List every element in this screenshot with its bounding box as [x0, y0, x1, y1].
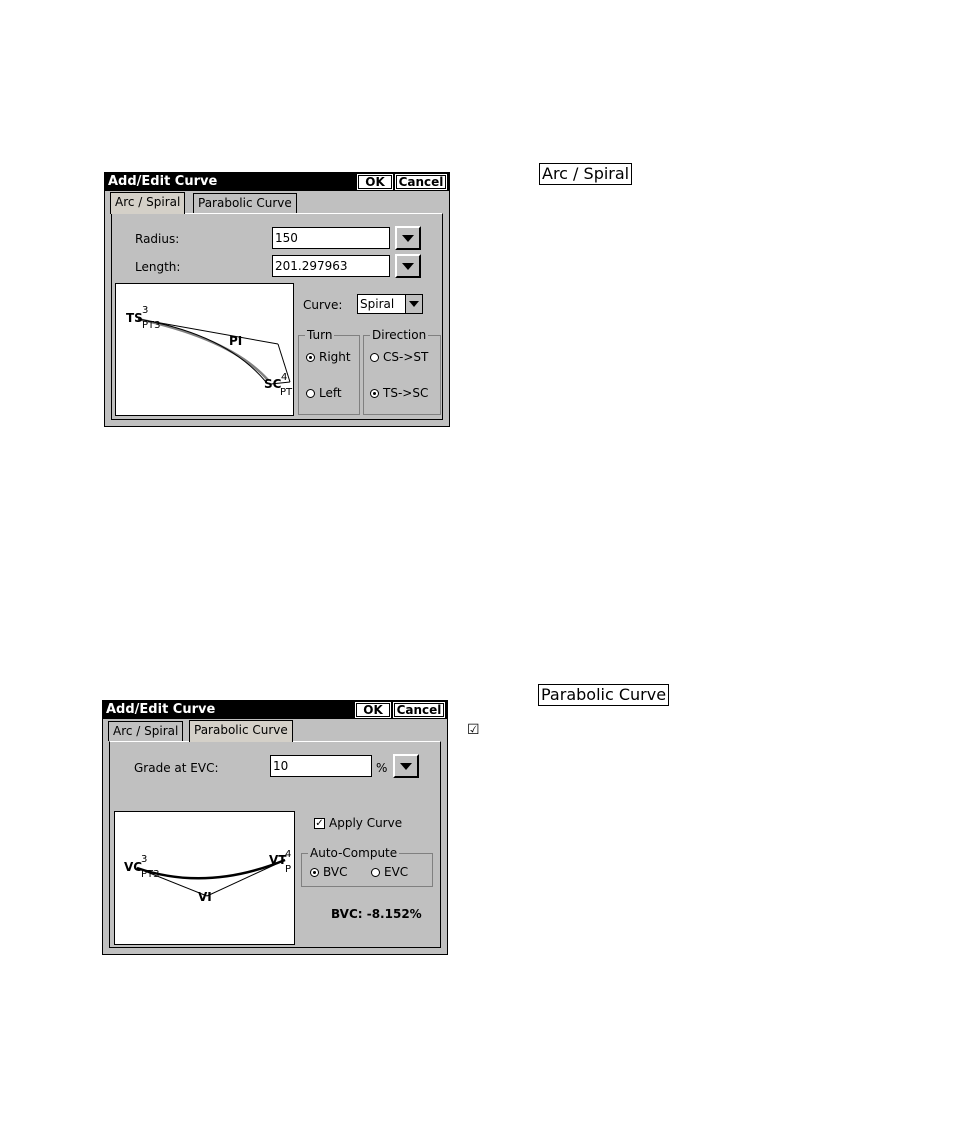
ts-pt-label: PT3 — [142, 320, 161, 331]
ts-number-label: 3 — [142, 305, 149, 316]
curve-type-label: Curve: — [303, 298, 343, 312]
sc-label: SC — [264, 377, 282, 391]
ts-label: TS — [126, 311, 143, 325]
radius-input[interactable] — [272, 227, 390, 249]
pi-label: PI — [229, 334, 243, 348]
apply-curve-label: Apply Curve — [329, 816, 403, 830]
turn-right-radio[interactable]: Right — [306, 350, 351, 364]
turn-left-label: Left — [319, 386, 342, 400]
vt-p-label: P — [285, 864, 292, 875]
vc-pt-label: PT3 — [141, 869, 160, 880]
ok-button[interactable]: OK — [355, 702, 391, 718]
radio-selected-icon — [310, 867, 319, 877]
direction-ts-sc-label: TS->SC — [383, 386, 429, 400]
radio-selected-icon — [306, 352, 315, 362]
direction-group-title: Direction — [370, 328, 429, 342]
radio-selected-icon — [370, 388, 379, 398]
grade-at-evc-label: Grade at EVC: — [134, 761, 219, 775]
length-input[interactable] — [272, 255, 390, 277]
auto-compute-bvc-label: BVC — [323, 865, 348, 879]
parabolic-curve-caption: Parabolic Curve — [538, 684, 670, 706]
vt-number-label: 4 — [285, 849, 292, 860]
add-edit-curve-dialog-arc: Add/Edit Curve OK Cancel Arc / Spiral Pa… — [104, 172, 450, 427]
bvc-result-value: BVC: -8.152% — [331, 907, 422, 921]
turn-right-label: Right — [319, 350, 351, 364]
grade-unit-label: % — [376, 761, 388, 775]
vc-number-label: 3 — [141, 854, 148, 865]
turn-group-title: Turn — [305, 328, 335, 342]
vt-label: VT — [269, 853, 287, 867]
sc-number-label: 4 — [281, 372, 288, 383]
chevron-down-icon — [402, 235, 414, 242]
grade-dropdown-button[interactable] — [393, 754, 419, 778]
curve-type-value: Spiral — [360, 297, 395, 311]
curve-type-dropdown-button[interactable] — [405, 295, 422, 313]
radio-unselected-icon — [306, 388, 315, 398]
direction-ts-sc-radio[interactable]: TS->SC — [370, 386, 428, 400]
tab-parabolic-curve[interactable]: Parabolic Curve — [189, 720, 293, 742]
sc-pt-label: PT — [280, 387, 293, 398]
ok-button[interactable]: OK — [357, 174, 393, 190]
auto-compute-group-title: Auto-Compute — [308, 846, 400, 860]
auto-compute-evc-radio[interactable]: EVC — [371, 865, 408, 879]
length-dropdown-button[interactable] — [395, 254, 421, 278]
turn-group: Turn — [298, 328, 360, 415]
checkbox-symbol-icon: ☑ — [467, 722, 480, 738]
curve-diagram: VC 3 PT3 VI VT 4 P — [114, 811, 295, 945]
apply-curve-checkbox[interactable]: ✓ Apply Curve — [314, 816, 402, 830]
radius-label: Radius: — [135, 232, 180, 246]
auto-compute-evc-label: EVC — [384, 865, 409, 879]
tab-arc-spiral[interactable]: Arc / Spiral — [110, 192, 186, 214]
add-edit-curve-dialog-parabolic: Add/Edit Curve OK Cancel Arc / Spiral Pa… — [102, 700, 448, 955]
turn-left-radio[interactable]: Left — [306, 386, 342, 400]
chevron-down-icon — [409, 301, 419, 307]
chevron-down-icon — [402, 263, 414, 270]
direction-cs-st-radio[interactable]: CS->ST — [370, 350, 428, 364]
curve-diagram: TS 3 PT3 PI SC 4 PT — [115, 283, 294, 416]
arc-spiral-caption: Arc / Spiral — [539, 163, 633, 185]
radio-unselected-icon — [371, 867, 380, 877]
auto-compute-bvc-radio[interactable]: BVC — [310, 865, 347, 879]
direction-cs-st-label: CS->ST — [383, 350, 429, 364]
vc-label: VC — [124, 860, 143, 874]
grade-at-evc-input[interactable] — [270, 755, 372, 777]
direction-group: Direction — [363, 328, 441, 415]
cancel-button[interactable]: Cancel — [393, 702, 445, 718]
chevron-down-icon — [400, 763, 412, 770]
radio-unselected-icon — [370, 352, 379, 362]
checkbox-checked-icon: ✓ — [314, 817, 325, 829]
radius-dropdown-button[interactable] — [395, 226, 421, 250]
vi-label: VI — [198, 890, 212, 904]
length-label: Length: — [135, 260, 181, 274]
cancel-button[interactable]: Cancel — [395, 174, 447, 190]
tab-arc-spiral[interactable]: Arc / Spiral — [108, 721, 184, 741]
curve-type-select[interactable]: Spiral — [357, 294, 423, 314]
tab-parabolic-curve[interactable]: Parabolic Curve — [193, 193, 297, 213]
